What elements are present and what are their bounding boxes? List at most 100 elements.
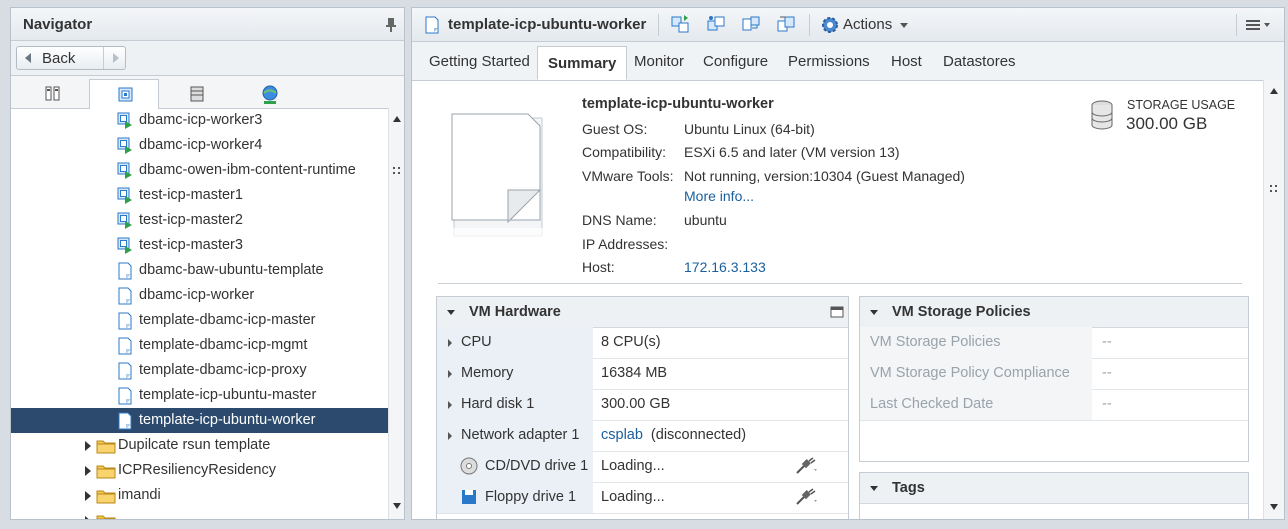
- divider: [438, 283, 1242, 284]
- scroll-up-icon[interactable]: [1270, 88, 1278, 94]
- cd-dvd-icon: [460, 457, 478, 475]
- navigator-tabs: [11, 76, 404, 109]
- clone-template-icon[interactable]: [705, 14, 727, 34]
- tree-folder-item[interactable]: Dupilcate rsun template: [11, 433, 389, 458]
- tab-storage[interactable]: [161, 79, 231, 108]
- tags-title: Tags: [892, 480, 925, 496]
- expand-arrow-icon[interactable]: [448, 370, 452, 378]
- storage-policy-value: --: [1102, 396, 1112, 412]
- vm-template-icon: [118, 287, 132, 305]
- connect-device-icon[interactable]: [795, 488, 819, 506]
- tree-folder-item[interactable]: [11, 508, 389, 519]
- hardware-row[interactable]: Network adapter 1 csplab (disconnected): [437, 420, 848, 452]
- tab-permissions[interactable]: Permissions: [788, 53, 870, 70]
- vm-name: template-icp-ubuntu-worker: [582, 96, 774, 112]
- expand-arrow-icon[interactable]: [448, 432, 452, 440]
- vm-powered-on-icon: [117, 187, 132, 204]
- tab-monitor[interactable]: Monitor: [634, 53, 684, 70]
- maximize-icon[interactable]: [830, 306, 844, 318]
- tab-datastores[interactable]: Datastores: [943, 53, 1016, 70]
- tree-item-label: template-dbamc-icp-mgmt: [139, 337, 308, 353]
- guest-os-label: Guest OS:: [582, 121, 648, 137]
- tree-vm-item[interactable]: template-icp-ubuntu-master: [11, 383, 389, 408]
- tree-vm-item[interactable]: template-icp-ubuntu-worker: [11, 408, 389, 433]
- vmware-tools-value: Not running, version:10304 (Guest Manage…: [684, 168, 965, 184]
- expand-arrow-icon[interactable]: [448, 339, 452, 347]
- navigator-header: Navigator: [11, 8, 404, 41]
- tree-vm-item[interactable]: dbamc-owen-ibm-content-runtime: [11, 158, 389, 183]
- tree-vm-item[interactable]: template-dbamc-icp-proxy: [11, 358, 389, 383]
- back-button-main[interactable]: Back: [17, 47, 104, 69]
- storage-usage-label: STORAGE USAGE: [1127, 98, 1236, 112]
- vm-storage-policies-panel: VM Storage Policies VM Storage Policies -…: [859, 296, 1249, 462]
- back-button[interactable]: Back: [16, 46, 126, 70]
- vm-template-icon: [118, 412, 132, 430]
- tags-header[interactable]: Tags: [860, 473, 1248, 504]
- tree-folder-item[interactable]: ICPResiliencyResidency: [11, 458, 389, 483]
- hardware-row[interactable]: CPU 8 CPU(s): [437, 327, 848, 359]
- forward-arrow-icon[interactable]: [113, 53, 119, 63]
- tab-host[interactable]: Host: [891, 53, 922, 70]
- tree-vm-item[interactable]: test-icp-master1: [11, 183, 389, 208]
- tab-hosts-clusters[interactable]: [17, 79, 87, 108]
- vm-powered-on-icon: [117, 137, 132, 154]
- convert-to-vm-icon[interactable]: [740, 14, 762, 34]
- pin-icon[interactable]: [386, 18, 396, 32]
- tab-vms-templates[interactable]: [89, 79, 159, 109]
- connect-device-icon[interactable]: [795, 457, 819, 475]
- expand-arrow-icon[interactable]: [85, 516, 91, 519]
- network-link[interactable]: csplab: [601, 427, 643, 443]
- tree-folder-item[interactable]: imandi: [11, 483, 389, 508]
- scroll-grip-icon[interactable]: [1269, 184, 1279, 194]
- tab-configure[interactable]: Configure: [703, 53, 768, 70]
- hardware-key: Floppy drive 1: [437, 482, 593, 513]
- main-scrollbar[interactable]: [1263, 80, 1284, 519]
- navigator-scrollbar[interactable]: [388, 108, 404, 519]
- scroll-down-icon[interactable]: [393, 503, 401, 509]
- hardware-value: 16384 MB: [601, 365, 668, 381]
- tree-vm-item[interactable]: dbamc-icp-worker4: [11, 133, 389, 158]
- folder-icon: [96, 465, 116, 479]
- vm-template-icon: [118, 362, 132, 380]
- hardware-row[interactable]: Memory 16384 MB: [437, 358, 848, 390]
- panel-menu-icon[interactable]: [1244, 15, 1274, 35]
- expand-arrow-icon[interactable]: [85, 466, 91, 476]
- vm-storage-policies-header[interactable]: VM Storage Policies: [860, 297, 1248, 328]
- tab-summary[interactable]: Summary: [537, 46, 628, 80]
- tree-vm-item[interactable]: test-icp-master3: [11, 233, 389, 258]
- hardware-row[interactable]: CD/DVD drive 1 Loading...: [437, 451, 848, 483]
- vm-hardware-header[interactable]: VM Hardware: [437, 297, 848, 328]
- tree-item-label: ICPResiliencyResidency: [118, 462, 276, 478]
- collapse-icon[interactable]: [870, 310, 878, 315]
- tree-vm-item[interactable]: template-dbamc-icp-master: [11, 308, 389, 333]
- tab-getting-started[interactable]: Getting Started: [429, 53, 530, 70]
- expand-arrow-icon[interactable]: [85, 491, 91, 501]
- tree-vm-item[interactable]: test-icp-master2: [11, 208, 389, 233]
- tree-vm-item[interactable]: dbamc-icp-worker: [11, 283, 389, 308]
- expand-arrow-icon[interactable]: [85, 441, 91, 451]
- tree-item-label: template-icp-ubuntu-master: [139, 387, 317, 403]
- hardware-key: CD/DVD drive 1: [437, 451, 593, 482]
- collapse-icon[interactable]: [870, 486, 878, 491]
- host-link[interactable]: 172.16.3.133: [684, 259, 766, 275]
- migrate-icon[interactable]: [775, 14, 797, 34]
- scroll-up-icon[interactable]: [393, 116, 401, 122]
- collapse-icon[interactable]: [447, 310, 455, 315]
- deploy-vm-icon[interactable]: [670, 14, 692, 34]
- hardware-row[interactable]: Floppy drive 1 Loading...: [437, 482, 848, 514]
- scroll-down-icon[interactable]: [1270, 504, 1278, 510]
- storage-policy-value: --: [1102, 365, 1112, 381]
- tree-item-label: template-dbamc-icp-master: [139, 312, 316, 328]
- tab-networking[interactable]: [233, 79, 303, 108]
- compatibility-label: Compatibility:: [582, 144, 667, 160]
- more-info-link[interactable]: More info...: [684, 188, 754, 204]
- scroll-grip-icon[interactable]: [392, 166, 402, 176]
- tree-vm-item[interactable]: dbamc-baw-ubuntu-template: [11, 258, 389, 283]
- main-panel: template-icp-ubuntu-worker Actions Getti…: [411, 7, 1285, 520]
- expand-arrow-icon[interactable]: [448, 401, 452, 409]
- vm-powered-on-icon: [117, 237, 132, 254]
- vm-hardware-panel: VM Hardware CPU 8 CPU(s) Memory 16384 MB Har…: [436, 296, 849, 519]
- tree-vm-item[interactable]: dbamc-icp-worker3: [11, 108, 389, 133]
- tree-vm-item[interactable]: template-dbamc-icp-mgmt: [11, 333, 389, 358]
- hardware-row[interactable]: Hard disk 1 300.00 GB: [437, 389, 848, 421]
